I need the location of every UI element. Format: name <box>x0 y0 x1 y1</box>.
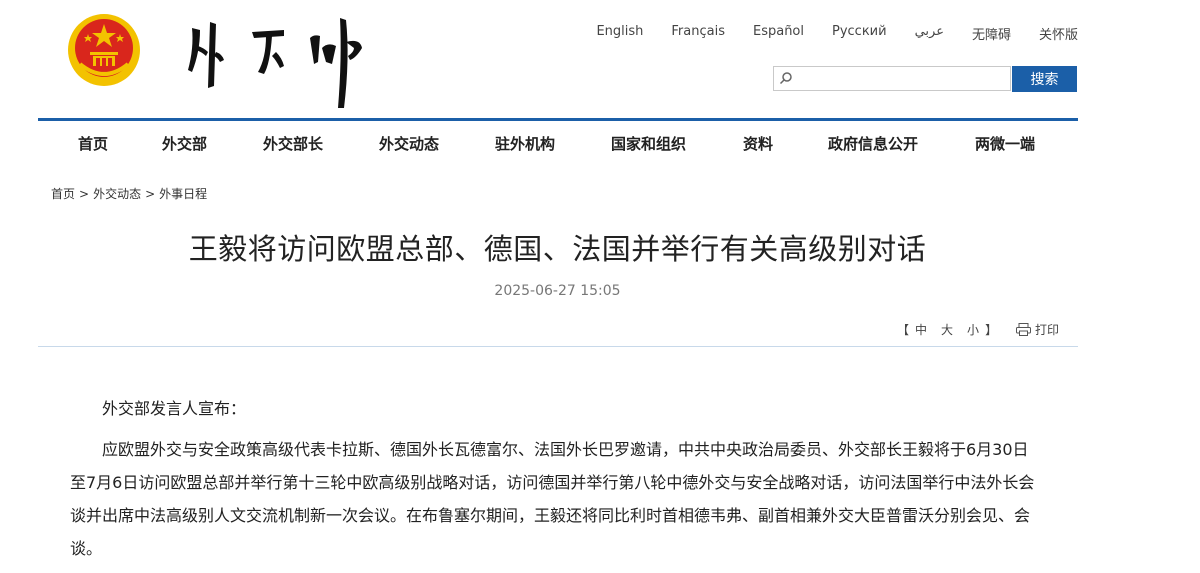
search-icon <box>779 72 792 85</box>
nav-item-social[interactable]: 两微一端 <box>975 133 1035 154</box>
nav-item-diplomatic-news[interactable]: 外交动态 <box>379 133 439 154</box>
lang-spanish-link[interactable]: Español <box>753 24 804 43</box>
bracket-open: 【 <box>897 323 910 337</box>
breadcrumb-separator: > <box>145 187 156 201</box>
national-emblem-logo[interactable] <box>66 12 142 88</box>
article-date: 2025-06-27 15:05 <box>494 283 621 299</box>
font-size-large-button[interactable]: 大 <box>941 321 953 338</box>
breadcrumb: 首页 > 外交动态 > 外事日程 <box>51 185 207 202</box>
lang-russian-link[interactable]: Русский <box>832 24 887 43</box>
article-divider <box>38 346 1078 347</box>
lang-french-link[interactable]: Français <box>671 24 725 43</box>
search-box <box>773 66 1011 91</box>
language-bar: English Français Español Русский عربي 无障… <box>596 24 1078 43</box>
nav-item-minister[interactable]: 外交部长 <box>263 133 323 154</box>
article-paragraph: 外交部发言人宣布： <box>102 399 247 418</box>
breadcrumb-home[interactable]: 首页 <box>51 187 75 201</box>
bracket-close: 】 <box>985 323 998 337</box>
breadcrumb-schedule[interactable]: 外事日程 <box>159 187 207 201</box>
nav-item-countries[interactable]: 国家和组织 <box>611 133 686 154</box>
font-size-control: 【 中 大 小 】 <box>897 321 997 338</box>
breadcrumb-separator: > <box>79 187 90 201</box>
nav-item-missions[interactable]: 驻外机构 <box>495 133 555 154</box>
article-paragraph: 应欧盟外交与安全政策高级代表卡拉斯、德国外长瓦德富尔、法国外长巴罗邀请，中共中央… <box>70 440 1035 558</box>
lang-arabic-link[interactable]: عربي <box>915 24 944 43</box>
printer-icon <box>1016 323 1031 336</box>
breadcrumb-diplomatic-news[interactable]: 外交动态 <box>93 187 141 201</box>
print-button[interactable]: 打印 <box>1016 321 1059 338</box>
article-body: 外交部发言人宣布： 应欧盟外交与安全政策高级代表卡拉斯、德国外长瓦德富尔、法国外… <box>70 392 1040 573</box>
print-label: 打印 <box>1035 323 1060 337</box>
elderly-care-link[interactable]: 关怀版 <box>1039 24 1078 43</box>
lang-english-link[interactable]: English <box>596 24 643 43</box>
nav-item-ministry[interactable]: 外交部 <box>162 133 207 154</box>
ministry-calligraphy-logo[interactable] <box>180 8 380 110</box>
nav-item-resources[interactable]: 资料 <box>743 133 773 154</box>
nav-item-home[interactable]: 首页 <box>78 133 108 154</box>
article-title: 王毅将访问欧盟总部、德国、法国并举行有关高级别对话 <box>188 232 927 266</box>
font-size-small-button[interactable]: 小 <box>967 321 979 338</box>
search-button[interactable]: 搜索 <box>1012 66 1077 92</box>
accessibility-link[interactable]: 无障碍 <box>972 24 1011 43</box>
main-nav: 首页 外交部 外交部长 外交动态 驻外机构 国家和组织 资料 政府信息公开 两微… <box>38 121 1078 163</box>
nav-item-gov-info[interactable]: 政府信息公开 <box>828 133 918 154</box>
font-size-medium-button[interactable]: 中 <box>915 321 927 338</box>
search-input[interactable] <box>796 67 1000 91</box>
